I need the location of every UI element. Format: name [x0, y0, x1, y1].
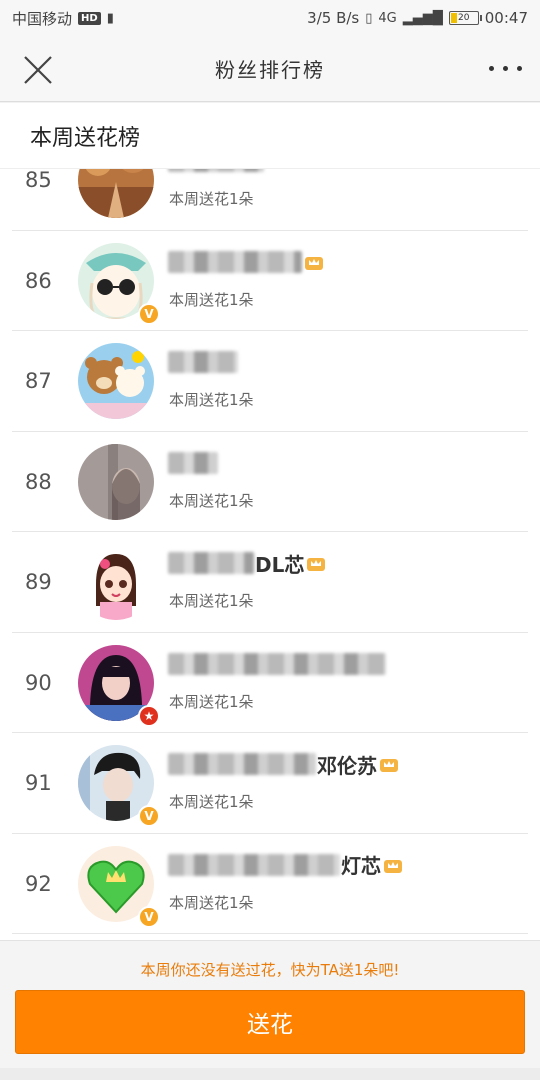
- close-icon: [24, 56, 52, 84]
- flower-count: 本周送花1朵: [169, 793, 254, 811]
- rank-number: 89: [25, 570, 52, 594]
- star-badge-icon: ★: [138, 704, 160, 727]
- network-type: 4G: [378, 10, 397, 26]
- list-item[interactable]: 90 ★ 本周送花1朵: [12, 633, 528, 733]
- list-item[interactable]: 85 本周送花1朵: [12, 169, 528, 231]
- username-visible: 灯芯: [341, 854, 381, 878]
- avatar[interactable]: [78, 443, 154, 520]
- list-item[interactable]: 89 DL芯 本周送花1朵: [12, 532, 528, 633]
- verified-badge-icon: V: [138, 302, 160, 325]
- username-blurred: [168, 552, 254, 574]
- crown-icon: [307, 558, 326, 571]
- carrier-label: 中国移动: [12, 9, 73, 28]
- crown-icon: [380, 759, 398, 772]
- list-item[interactable]: 87 本周送花1朵: [12, 331, 528, 432]
- battery-level: 20: [458, 13, 470, 23]
- username-blurred: [168, 250, 302, 273]
- rank-number: 88: [25, 469, 52, 494]
- list-item[interactable]: 92 V 灯芯 本周送花1朵: [12, 834, 528, 934]
- vibrate-icon: ▯: [365, 10, 373, 26]
- flower-count: 本周送花1朵: [169, 592, 254, 610]
- network-speed: 3/5 B/s: [307, 9, 360, 27]
- flower-count: 本周送花1朵: [169, 190, 254, 208]
- avatar[interactable]: [78, 343, 154, 419]
- send-flower-button[interactable]: 送花: [15, 990, 525, 1054]
- avatar[interactable]: [78, 169, 154, 218]
- flower-count: 本周送花1朵: [169, 893, 254, 912]
- section-title: 本周送花榜: [30, 125, 141, 151]
- username-blurred: [168, 753, 316, 775]
- hd-icon: HD: [78, 11, 101, 25]
- crown-icon: [305, 256, 323, 270]
- username-blurred: [168, 169, 264, 172]
- section-header: 本周送花榜: [0, 103, 540, 169]
- signal-icon: ▂▄▆█: [402, 10, 443, 26]
- rank-number: 87: [25, 369, 52, 393]
- username-blurred: [168, 351, 238, 373]
- list-item[interactable]: 91 V 邓伦苏 本周送花1朵: [12, 733, 528, 834]
- rank-number: 92: [25, 871, 52, 896]
- verified-badge-icon: V: [138, 805, 160, 827]
- notification-icon: ▮: [106, 10, 114, 26]
- navigation-bar: [0, 1068, 540, 1080]
- status-bar: 中国移动 HD ▮ 3/5 B/s ▯ 4G ▂▄▆█ 20 00:47: [0, 0, 540, 36]
- rank-number: 86: [25, 268, 52, 293]
- battery-icon: 20: [448, 11, 482, 25]
- more-icon: [489, 65, 494, 71]
- close-button[interactable]: [18, 50, 58, 90]
- rank-number: 85: [25, 169, 52, 192]
- flower-count: 本周送花1朵: [169, 692, 254, 711]
- flower-count: 本周送花1朵: [169, 391, 254, 409]
- username-blurred: [168, 853, 340, 876]
- clock: 00:47: [484, 9, 528, 27]
- verified-badge-icon: V: [138, 905, 160, 928]
- rank-number: 91: [25, 771, 52, 795]
- username-visible: 邓伦苏: [317, 753, 377, 778]
- list-item[interactable]: 86 V 本周送花1朵: [12, 231, 528, 331]
- flower-count: 本周送花1朵: [169, 491, 254, 510]
- username-blurred: [168, 451, 218, 474]
- send-flower-hint: 本周你还没有送过花，快为TA送1朵吧!: [140, 961, 400, 979]
- footer: 本周你还没有送过花，快为TA送1朵吧! 送花: [0, 940, 540, 1080]
- nav-bar: 粉丝排行榜: [0, 36, 540, 102]
- more-button[interactable]: [489, 58, 522, 78]
- list-item[interactable]: 88 本周送花1朵: [12, 432, 528, 532]
- ranking-list[interactable]: 85 本周送花1朵 86 V 本周送花1朵 87 本周送花1朵 88 本周送花1…: [0, 169, 540, 940]
- username-visible: DL芯: [255, 552, 305, 577]
- avatar[interactable]: [78, 544, 154, 620]
- username-blurred: [168, 652, 386, 675]
- page-title: 粉丝排行榜: [215, 58, 325, 82]
- flower-count: 本周送花1朵: [169, 290, 254, 309]
- rank-number: 90: [25, 670, 52, 695]
- crown-icon: [384, 859, 402, 873]
